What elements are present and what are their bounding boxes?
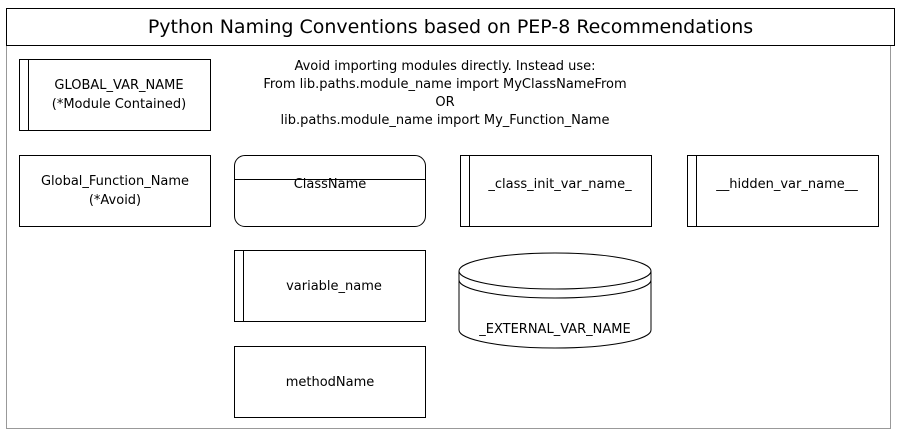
import-note: Avoid importing modules directly. Instea… (250, 58, 640, 130)
note-line-1: Avoid importing modules directly. Instea… (294, 59, 596, 74)
diagram-title: Python Naming Conventions based on PEP-8… (6, 8, 895, 46)
cylinder-top (458, 252, 652, 290)
method-name-label: methodName (285, 374, 375, 390)
global-function-name-box: Global_Function_Name (*Avoid) (19, 155, 211, 227)
hidden-var-name-box: __hidden_var_name__ (687, 155, 879, 227)
global-var-name-label: GLOBAL_VAR_NAME (*Module Contained) (51, 78, 187, 112)
note-line-3: OR (435, 95, 455, 110)
external-var-name-label: _EXTERNAL_VAR_NAME (479, 322, 631, 337)
hidden-var-name-label: __hidden_var_name__ (716, 176, 858, 192)
note-line-4: lib.paths.module_name import My_Function… (280, 113, 610, 128)
diagram-canvas: Python Naming Conventions based on PEP-8… (0, 0, 900, 434)
class-name-box: ClassName (234, 155, 426, 227)
note-line-2: From lib.paths.module_name import MyClas… (263, 77, 627, 92)
class-init-var-name-label: _class_init_var_name_ (488, 176, 632, 192)
variable-name-box: variable_name (234, 250, 426, 322)
global-var-name-box: GLOBAL_VAR_NAME (*Module Contained) (19, 59, 211, 131)
class-init-var-name-box: _class_init_var_name_ (460, 155, 652, 227)
method-name-box: methodName (234, 346, 426, 418)
class-name-label: ClassName (293, 176, 367, 192)
variable-name-label: variable_name (286, 278, 382, 294)
global-function-name-label: Global_Function_Name (*Avoid) (40, 174, 190, 208)
diagram-title-text: Python Naming Conventions based on PEP-8… (147, 16, 754, 38)
